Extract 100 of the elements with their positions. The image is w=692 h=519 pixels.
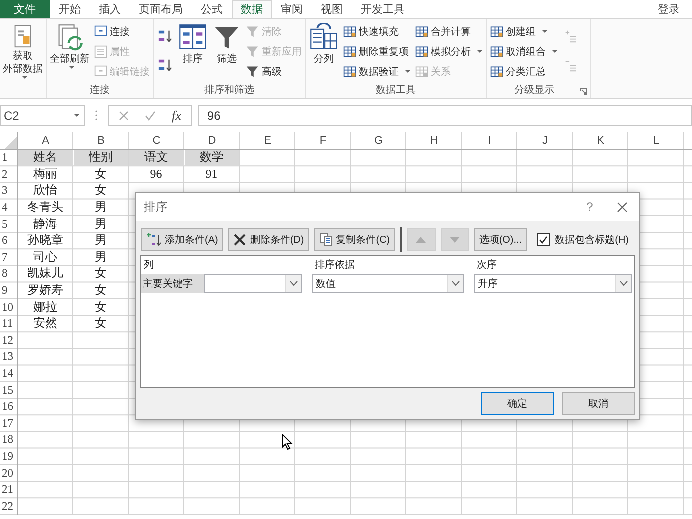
cancel-icon[interactable] bbox=[119, 110, 129, 120]
row-header[interactable]: 11 bbox=[0, 316, 18, 333]
row-header[interactable]: 5 bbox=[0, 216, 18, 233]
table-icon bbox=[343, 44, 357, 58]
column-dropdown[interactable] bbox=[204, 274, 302, 293]
list-icon bbox=[94, 44, 108, 58]
column-header[interactable]: D bbox=[184, 132, 240, 150]
table-icon bbox=[490, 64, 504, 78]
ribbon-tab[interactable]: 审阅 bbox=[272, 0, 312, 18]
select-all-icon[interactable] bbox=[5, 137, 17, 149]
row-header[interactable]: 21 bbox=[0, 482, 18, 498]
row-header[interactable]: 2 bbox=[0, 166, 18, 184]
name-box[interactable]: C2 bbox=[0, 105, 85, 126]
column-header[interactable]: J bbox=[518, 132, 573, 150]
row-header[interactable]: 20 bbox=[0, 465, 18, 482]
ribbon-button[interactable]: 合并计算 bbox=[414, 22, 484, 41]
options-button[interactable]: 选项(O)... bbox=[474, 228, 528, 251]
checkbox[interactable] bbox=[537, 233, 550, 246]
ribbon-tab[interactable]: 页面布局 bbox=[130, 0, 192, 18]
header-cell: 性别 bbox=[74, 150, 128, 166]
column-header[interactable]: K bbox=[573, 132, 628, 150]
ribbon-button[interactable]: 分列 bbox=[308, 22, 340, 80]
row-header[interactable]: 17 bbox=[0, 416, 18, 432]
ribbon-tab[interactable]: 开发工具 bbox=[352, 0, 414, 18]
row-header[interactable]: 19 bbox=[0, 448, 18, 466]
level-label: 主要关键字 bbox=[141, 274, 204, 293]
chevron-down-icon bbox=[290, 281, 298, 286]
cancel-button[interactable]: 取消 bbox=[562, 392, 635, 415]
ok-button[interactable]: 确定 bbox=[481, 392, 554, 415]
ribbon-button[interactable]: 获取 外部数据 bbox=[2, 22, 44, 80]
copy-icon bbox=[319, 232, 334, 247]
ribbon-button[interactable]: 取消组合 bbox=[489, 42, 559, 61]
checkbox-label[interactable]: 数据包含标题(H) bbox=[555, 232, 629, 246]
table-cell-text: 梅丽 bbox=[32, 166, 58, 182]
row-header[interactable]: 9 bbox=[0, 282, 18, 300]
table-cell-text: 91 bbox=[204, 166, 219, 182]
column-heading: 列 bbox=[143, 259, 155, 272]
row-header[interactable]: 6 bbox=[0, 232, 18, 250]
formula-field[interactable]: 96 bbox=[198, 105, 692, 126]
row-header[interactable]: 15 bbox=[0, 382, 18, 399]
ribbon-tab[interactable]: 插入 bbox=[90, 0, 130, 18]
ribbon-tab[interactable]: 数据 bbox=[232, 0, 272, 18]
sort-on-dropdown[interactable]: 数值 bbox=[312, 274, 464, 293]
show-detail-icon bbox=[563, 28, 578, 44]
insert-function-button[interactable]: fx bbox=[172, 108, 182, 124]
ribbon-button[interactable]: 筛选 bbox=[211, 22, 243, 80]
copy-level-button[interactable]: 复制条件(C) bbox=[314, 228, 396, 251]
delete-level-button[interactable]: 删除条件(D) bbox=[228, 228, 310, 251]
column-header[interactable]: H bbox=[406, 132, 462, 150]
column-header[interactable]: C bbox=[129, 132, 184, 150]
file-tab[interactable]: 文件 bbox=[0, 0, 50, 18]
row-header[interactable]: 10 bbox=[0, 299, 18, 316]
ribbon-tab[interactable]: 视图 bbox=[312, 0, 352, 18]
group-label: 连接 bbox=[89, 84, 111, 98]
ribbon-button[interactable]: 快速填充 bbox=[342, 22, 412, 41]
close-icon[interactable] bbox=[616, 202, 628, 212]
down-arrow-icon bbox=[450, 236, 460, 242]
row-header[interactable]: 12 bbox=[0, 332, 18, 350]
row-header[interactable]: 7 bbox=[0, 250, 18, 266]
column-header[interactable]: F bbox=[296, 132, 351, 150]
row-header[interactable]: 3 bbox=[0, 183, 18, 200]
row-header[interactable]: 13 bbox=[0, 349, 18, 366]
column-header[interactable]: A bbox=[18, 132, 74, 150]
row-header[interactable]: 4 bbox=[0, 200, 18, 216]
column-header[interactable]: B bbox=[74, 132, 129, 150]
column-header[interactable]: E bbox=[240, 132, 296, 150]
table-cell-text: 女 bbox=[94, 282, 108, 298]
add-level-button[interactable]: 添加条件(A) bbox=[141, 228, 224, 251]
link-icon bbox=[94, 24, 108, 38]
filter-icon bbox=[246, 64, 260, 78]
order-dropdown[interactable]: 升序 bbox=[474, 274, 632, 293]
row-header[interactable]: 14 bbox=[0, 366, 18, 382]
ribbon-button[interactable]: 排序 bbox=[177, 22, 209, 80]
ribbon-button[interactable]: 连接 bbox=[93, 22, 151, 41]
dialog-launcher-icon[interactable] bbox=[580, 88, 587, 95]
group-label: 排序和筛选 bbox=[204, 84, 256, 98]
ribbon-button[interactable]: 全部刷新 bbox=[49, 22, 91, 80]
ribbon-button[interactable]: 创建组 bbox=[489, 22, 559, 41]
ribbon-tab[interactable]: 公式 bbox=[192, 0, 232, 18]
enter-icon[interactable] bbox=[145, 110, 156, 120]
ribbon-button[interactable]: 数据验证 bbox=[342, 62, 412, 81]
ribbon-tab[interactable]: 开始 bbox=[50, 0, 90, 18]
sign-in-link[interactable]: 登录 bbox=[646, 0, 692, 18]
ribbon-button[interactable]: 模拟分析 bbox=[414, 42, 484, 61]
row-header[interactable]: 8 bbox=[0, 266, 18, 283]
drag-handle-icon[interactable] bbox=[95, 110, 98, 121]
row-header[interactable]: 22 bbox=[0, 498, 18, 516]
header-cell: 姓名 bbox=[18, 150, 72, 166]
help-button[interactable]: ? bbox=[575, 200, 605, 214]
ribbon-button[interactable]: 高级 bbox=[245, 62, 303, 81]
row-header[interactable]: 16 bbox=[0, 398, 18, 416]
row-header[interactable]: 18 bbox=[0, 432, 18, 449]
column-header[interactable]: G bbox=[351, 132, 406, 150]
dialog-title: 排序 bbox=[144, 200, 169, 214]
column-header[interactable]: L bbox=[628, 132, 684, 150]
column-header[interactable]: I bbox=[462, 132, 518, 150]
ribbon-button[interactable]: 删除重复项 bbox=[342, 42, 412, 61]
row-header[interactable]: 1 bbox=[0, 150, 18, 167]
ribbon-button[interactable]: 分类汇总 bbox=[489, 62, 559, 81]
table-cell-text: 男 bbox=[94, 250, 108, 266]
